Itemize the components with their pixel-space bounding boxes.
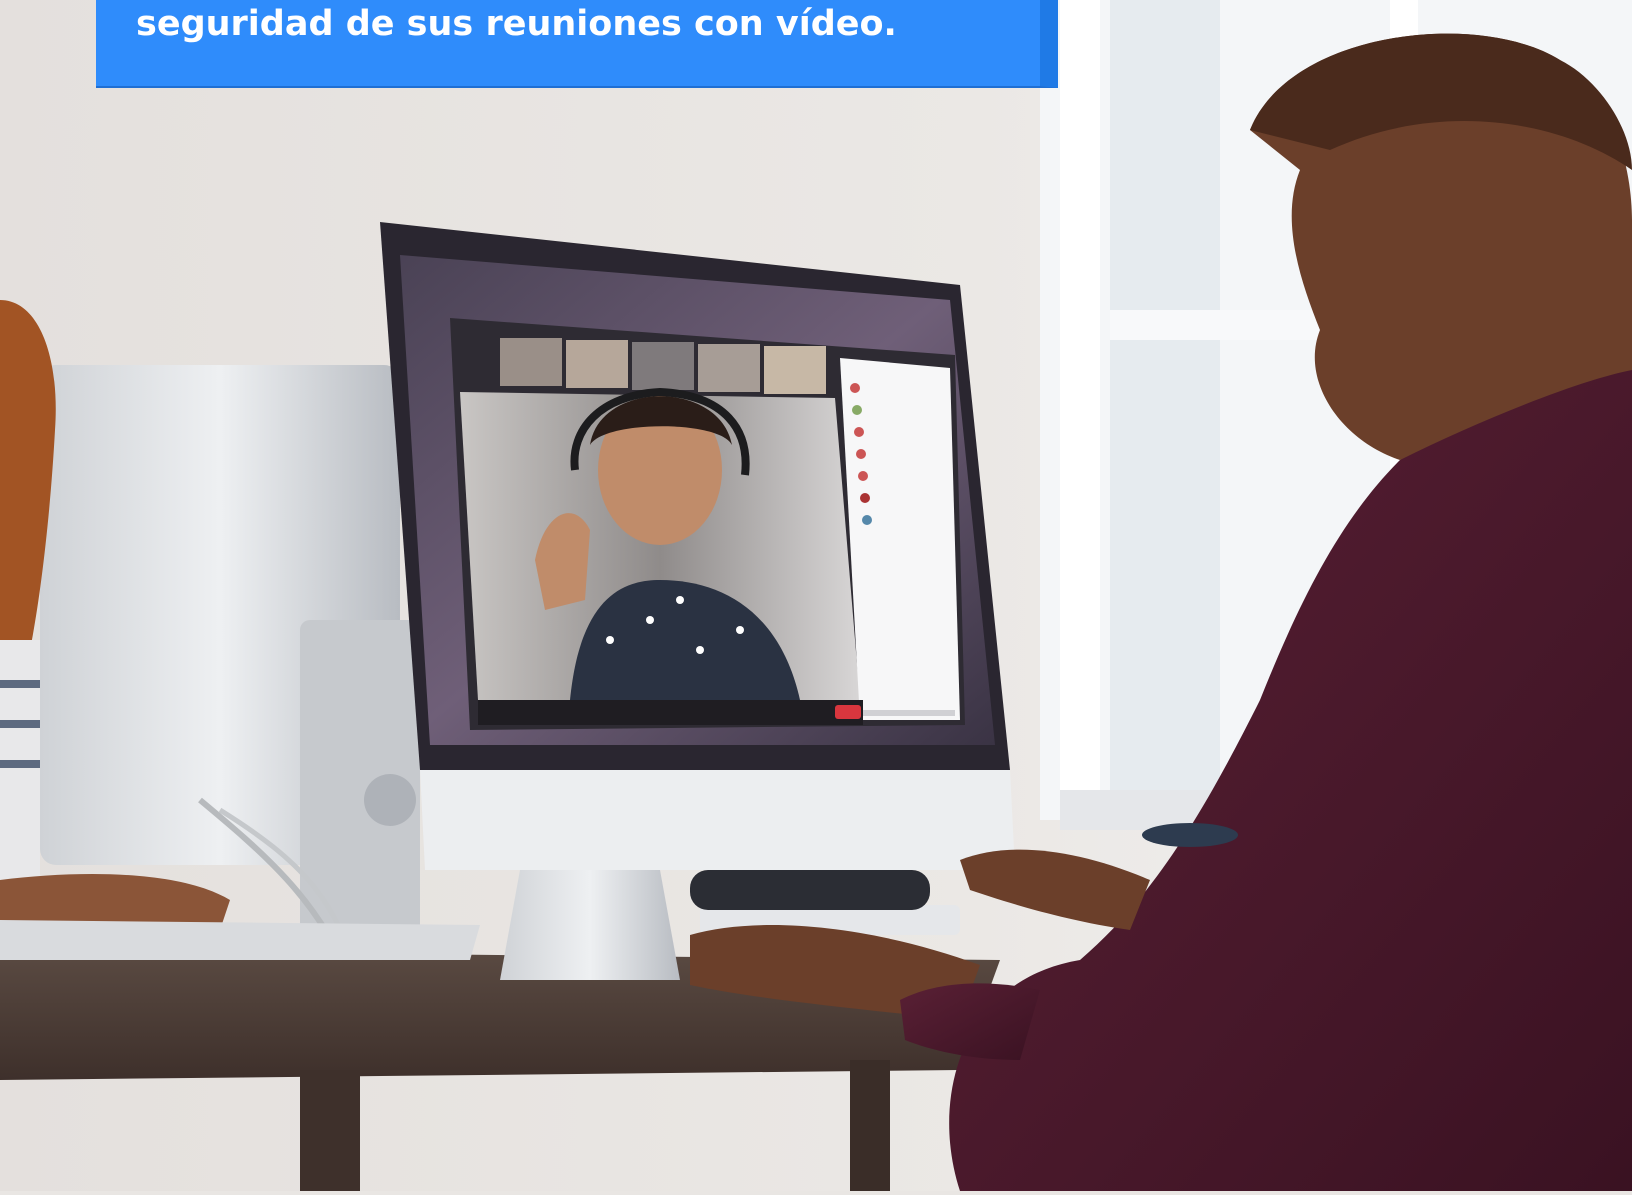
- speaker: [690, 870, 930, 910]
- participant-thumbnails: [500, 338, 826, 394]
- office-scene-illustration: [0, 0, 1632, 1191]
- office-photo: seguridad de sus reuniones con vídeo.: [0, 0, 1632, 1191]
- headline-banner: seguridad de sus reuniones con vídeo.: [96, 0, 1058, 88]
- headline-text: seguridad de sus reuniones con vídeo.: [136, 4, 897, 44]
- center-imac: [380, 222, 1015, 980]
- sill-bowl: [1142, 823, 1238, 847]
- participants-panel: [840, 358, 960, 720]
